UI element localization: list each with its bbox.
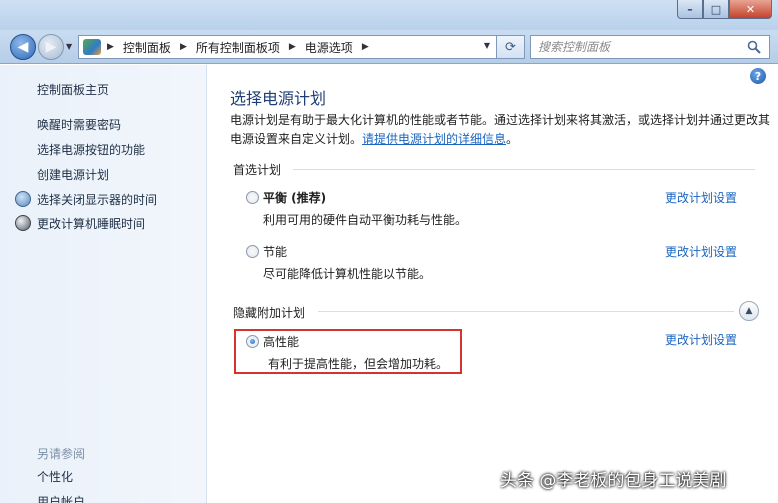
page-description: 电源计划是有助于最大化计算机的性能或者节能。通过选择计划来将其激活，或选择计划并… [230, 113, 771, 146]
breadcrumb-item-power-options[interactable]: 电源选项 ▶ [305, 39, 378, 56]
recent-pages-dropdown[interactable]: ▼ [66, 42, 72, 51]
search-icon[interactable] [747, 40, 761, 54]
page-title: 选择电源计划 [230, 89, 327, 108]
preferred-plans-heading: 首选计划 [233, 163, 282, 177]
hidden-plans-heading: 隐藏附加计划 [233, 306, 306, 320]
plan-balanced-radio[interactable] [246, 191, 259, 204]
title-bar: – □ ✕ [0, 0, 778, 30]
maximize-button[interactable]: □ [703, 0, 729, 19]
search-input[interactable] [538, 40, 738, 54]
change-plan-settings-link[interactable]: 更改计划设置 [665, 243, 737, 260]
plan-name[interactable]: 平衡 (推荐) [263, 189, 326, 206]
breadcrumb-item-all-items[interactable]: 所有控制面板项 ▶ [196, 39, 305, 56]
sidebar-item-wake-password[interactable]: 唤醒时需要密码 [37, 116, 121, 133]
see-also-heading: 另请参阅 [37, 447, 86, 461]
arrow-left-icon: ◀ [17, 39, 29, 55]
plan-name[interactable]: 节能 [263, 243, 287, 260]
section-divider [293, 169, 755, 170]
sidebar-item-personalization[interactable]: 个性化 [37, 468, 73, 485]
sidebar-item-create-plan[interactable]: 创建电源计划 [37, 166, 109, 183]
close-button[interactable]: ✕ [729, 0, 772, 19]
sidebar-item-sleep-time[interactable]: 更改计算机睡眠时间 [37, 215, 145, 232]
minimize-button[interactable]: – [677, 0, 703, 19]
change-plan-settings-link[interactable]: 更改计划设置 [665, 189, 737, 206]
chevron-up-icon: ▲ [745, 306, 753, 316]
search-box[interactable] [530, 35, 770, 59]
plan-description: 利用可用的硬件自动平衡功耗与性能。 [263, 213, 468, 227]
plan-details-link[interactable]: 请提供电源计划的详细信息 [362, 132, 506, 146]
plan-name[interactable]: 高性能 [263, 333, 299, 350]
plan-description: 尽可能降低计算机性能以节能。 [263, 267, 432, 281]
plan-power-saver-radio[interactable] [246, 245, 259, 258]
moon-icon [15, 215, 31, 231]
watermark: 头条 @李老板的包身工说美剧 [500, 471, 727, 491]
plan-high-performance-radio[interactable] [246, 335, 259, 348]
collapse-button[interactable]: ▲ [739, 301, 759, 321]
main-content: ? 选择电源计划 电源计划是有助于最大化计算机的性能或者节能。通过选择计划来将其… [208, 65, 778, 503]
sidebar-item-home[interactable]: 控制面板主页 [37, 81, 109, 98]
refresh-icon: ⟳ [505, 39, 516, 55]
plan-description: 有利于提高性能，但会增加功耗。 [268, 357, 449, 371]
navigation-bar: ◀ ▶ ▼ ▶ 控制面板 ▶ 所有控制面板项 ▶ 电源选项 ▶ ▼ ⟳ [0, 30, 778, 64]
arrow-right-icon: ▶ [45, 39, 57, 55]
sidebar-item-user-accounts[interactable]: 用户帐户 [37, 493, 85, 503]
section-divider [318, 311, 734, 312]
refresh-button[interactable]: ⟳ [497, 35, 525, 59]
help-icon[interactable]: ? [750, 68, 766, 84]
window-controls: – □ ✕ [677, 0, 772, 19]
forward-button[interactable]: ▶ [38, 34, 64, 60]
sidebar-item-display-off[interactable]: 选择关闭显示器的时间 [37, 191, 157, 208]
address-bar[interactable]: ▶ 控制面板 ▶ 所有控制面板项 ▶ 电源选项 ▶ ▼ [78, 35, 497, 59]
back-button[interactable]: ◀ [10, 34, 36, 60]
sidebar: 控制面板主页 唤醒时需要密码 选择电源按钮的功能 创建电源计划 选择关闭显示器的… [0, 65, 207, 503]
display-icon [15, 191, 31, 207]
control-panel-icon [83, 39, 101, 55]
breadcrumb-separator[interactable]: ▶ [107, 42, 123, 52]
address-dropdown-icon[interactable]: ▼ [484, 41, 490, 50]
breadcrumb-item-control-panel[interactable]: 控制面板 ▶ [123, 39, 196, 56]
sidebar-item-power-buttons[interactable]: 选择电源按钮的功能 [37, 141, 145, 158]
change-plan-settings-link[interactable]: 更改计划设置 [665, 331, 737, 348]
